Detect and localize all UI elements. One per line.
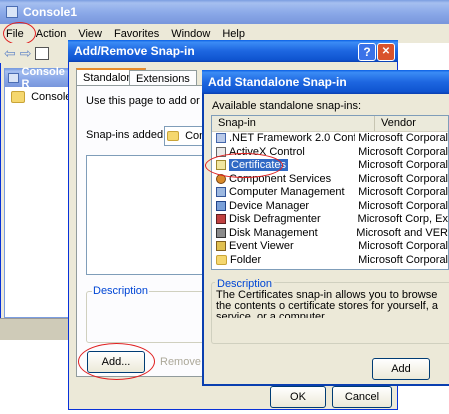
standalone-description-label: Description (215, 278, 275, 290)
computer-management-icon (216, 187, 226, 198)
list-item[interactable]: Disk Management Microsoft and VER (212, 227, 448, 241)
menu-action[interactable]: Action (30, 25, 73, 43)
standalone-add-button[interactable]: Add (372, 358, 430, 380)
console-child-title: Console R (5, 66, 73, 90)
file-menu-highlight (3, 22, 36, 45)
available-list-label: Available standalone snap-ins: (212, 100, 362, 112)
remove-button[interactable]: Remove (160, 352, 208, 372)
snapin-dialog-title: Add/Remove Snap-in (74, 44, 195, 58)
column-header-vendor[interactable]: Vendor (375, 116, 416, 131)
list-item[interactable]: .NET Framework 2.0 Configuration Microso… (212, 132, 448, 146)
list-item[interactable]: Folder Microsoft Corporal (212, 254, 448, 268)
console-title: Console1 (23, 5, 78, 19)
list-header: Snap-in Vendor (212, 116, 448, 132)
net-framework-icon (216, 133, 226, 144)
list-item[interactable]: Disk Defragmenter Microsoft Corp, Ex (212, 213, 448, 227)
console-root-icon (8, 73, 19, 83)
help-button[interactable]: ? (358, 43, 376, 61)
folder-icon (216, 254, 227, 265)
snapin-list[interactable] (86, 155, 206, 275)
console-title-bar[interactable]: Console1 (0, 0, 449, 24)
column-header-snapin[interactable]: Snap-in (212, 116, 375, 131)
snapin-dialog-title-bar[interactable]: Add/Remove Snap-in (68, 40, 398, 62)
standalone-description-text: The Certificates snap-in allows you to b… (216, 290, 438, 318)
description-label: Description (92, 285, 150, 297)
event-viewer-icon (216, 241, 226, 252)
console-child-window: Console R Console Ro (4, 66, 89, 318)
certificates-highlight (205, 153, 283, 178)
tab-extensions[interactable]: Extensions (129, 70, 197, 86)
snapin-available-list[interactable]: Snap-in Vendor .NET Framework 2.0 Config… (211, 115, 449, 270)
back-arrow-icon[interactable]: ⇦ (4, 45, 16, 62)
folder-icon (11, 91, 25, 104)
disk-management-icon (216, 227, 226, 238)
ok-button[interactable]: OK (270, 386, 326, 408)
close-button[interactable]: ✕ (377, 43, 395, 61)
disk-defragmenter-icon (216, 214, 226, 225)
list-item[interactable]: Device Manager Microsoft Corporal (212, 200, 448, 214)
description-groupbox (86, 291, 206, 343)
add-button-highlight (78, 343, 155, 380)
standalone-dialog-title: Add Standalone Snap-in (208, 75, 347, 89)
show-hide-tree-icon[interactable] (35, 46, 50, 60)
standalone-dialog-title-bar[interactable]: Add Standalone Snap-in (202, 70, 449, 94)
folder-icon (167, 131, 179, 142)
console-icon (6, 6, 18, 18)
list-item[interactable]: Computer Management Microsoft Corporal (212, 186, 448, 200)
device-manager-icon (216, 200, 226, 211)
forward-arrow-icon[interactable]: ⇨ (20, 45, 32, 62)
cancel-button[interactable]: Cancel (332, 386, 392, 408)
list-item[interactable]: Event Viewer Microsoft Corporal (212, 240, 448, 254)
console-toolbar: ⇦ ⇨ (0, 43, 70, 63)
